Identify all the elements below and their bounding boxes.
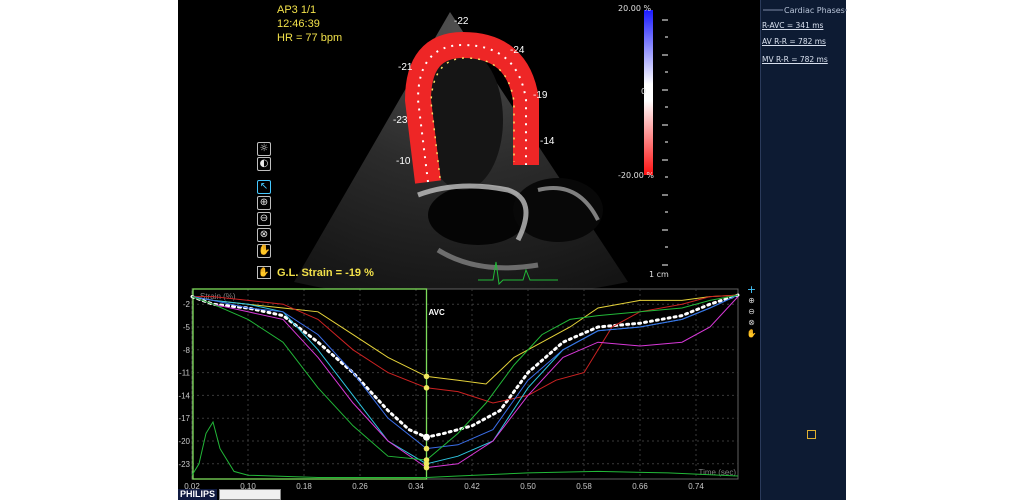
avc-marker-2 <box>423 385 430 391</box>
y-tick-label: -8 <box>183 346 191 355</box>
mv-rr-value[interactable]: MV R-R = 782 ms <box>762 55 828 64</box>
y-tick-label: -14 <box>178 391 190 400</box>
ultrasound-screen: AP3 1/1 12:46:39 HR = 77 bpm 20.00 % 0 -… <box>178 0 846 500</box>
contrast-icon[interactable]: ◐ <box>257 157 271 171</box>
view-label: AP3 1/1 <box>277 4 317 16</box>
segment-label-upper-left: -21 <box>398 62 413 73</box>
cardiac-phases-title: Cardiac Phases <box>784 6 845 15</box>
x-tick-label: 0.34 <box>408 482 424 491</box>
avc-marker-1 <box>423 373 430 380</box>
pan-hand-icon[interactable]: ✋ <box>257 244 271 258</box>
av-rr-value[interactable]: AV R-R = 782 ms <box>762 37 826 46</box>
zoom-in-icon[interactable]: ⊕ <box>257 196 271 210</box>
y-tick-label: -5 <box>183 323 191 332</box>
brightness-icon[interactable]: ☼ <box>257 142 271 156</box>
panel-frame <box>763 9 847 11</box>
avc-marker-0 <box>423 433 430 441</box>
zoom-out-small-icon[interactable]: ⊖ <box>746 306 757 317</box>
avc-marker-6 <box>423 457 430 463</box>
pointer-icon[interactable]: ↖ <box>257 180 271 194</box>
philips-logo: PHILIPS <box>178 489 218 500</box>
x-tick-label: 0.66 <box>632 482 648 491</box>
avc-marker-5 <box>423 464 430 471</box>
segment-label-mid-left: -23 <box>393 115 408 126</box>
colorbar-top-label: 20.00 % <box>618 4 652 13</box>
y-tick-label: -20 <box>178 437 190 446</box>
r-avc-value[interactable]: R-AVC = 341 ms <box>762 21 823 30</box>
zoom-in-small-icon[interactable]: ⊕ <box>746 295 757 306</box>
avc-label: AVC <box>429 308 446 317</box>
segment-label-mid-right: -19 <box>533 90 548 101</box>
hr-label: HR = 77 bpm <box>277 32 343 44</box>
time-label: 12:46:39 <box>277 18 320 30</box>
depth-scale-label: 1 cm <box>649 270 669 279</box>
gls-icon[interactable]: ✋ <box>257 266 271 279</box>
x-tick-label: 0.26 <box>352 482 368 491</box>
panel-toggle-box[interactable] <box>807 430 816 439</box>
colorbar-mid-label: 0 <box>641 87 647 96</box>
x-tick-label: 0.50 <box>520 482 536 491</box>
reset-zoom-icon[interactable]: ⊗ <box>257 228 271 242</box>
segment-label-lower-left: -10 <box>396 156 411 167</box>
reset-small-icon[interactable]: ⊗ <box>746 317 757 328</box>
cardiac-phases-panel <box>760 0 847 500</box>
pan-small-icon[interactable]: ✋ <box>746 328 757 339</box>
global-longitudinal-strain: G.L. Strain = -19 % <box>277 267 374 279</box>
zoom-out-icon[interactable]: ⊖ <box>257 212 271 226</box>
x-tick-label: 0.74 <box>688 482 704 491</box>
colorbar-bottom-label: -20.00 % <box>618 171 654 180</box>
x-tick-label: 0.18 <box>296 482 312 491</box>
y-tick-label: -2 <box>183 300 191 309</box>
y-tick-label: -11 <box>179 369 191 378</box>
avc-marker-4 <box>423 445 430 452</box>
segment-label-top: -22 <box>454 16 469 27</box>
x-tick-label: 0.42 <box>464 482 480 491</box>
segment-label-lower-right: -14 <box>540 136 555 147</box>
segment-label-upper-right: -24 <box>510 45 525 56</box>
y-tick-label: -17 <box>178 414 190 423</box>
add-icon[interactable]: + <box>746 284 757 295</box>
strain-rate-tab[interactable] <box>219 489 281 500</box>
y-tick-label: -23 <box>178 460 190 469</box>
x-tick-label: 0.58 <box>576 482 592 491</box>
